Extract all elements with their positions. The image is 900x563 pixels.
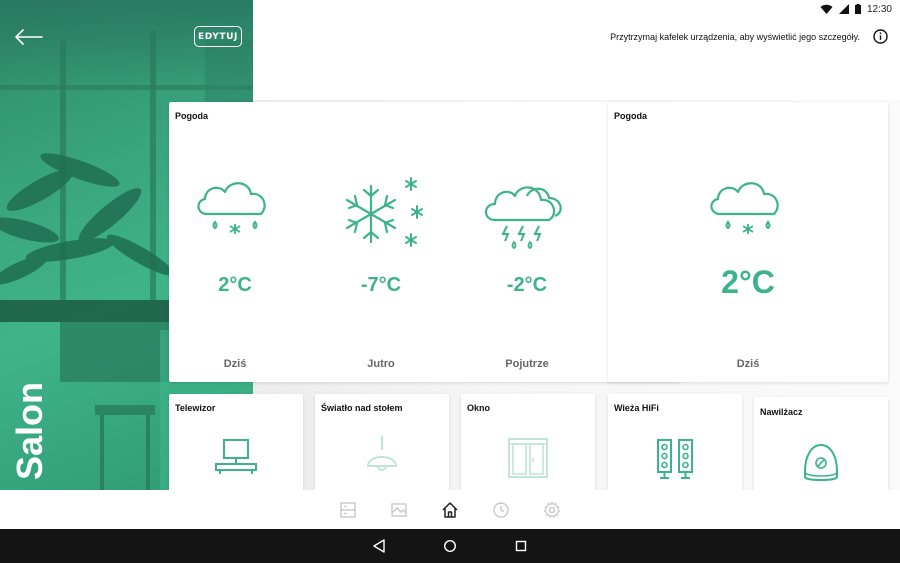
system-home-button[interactable] — [442, 538, 458, 554]
device-name: Telewizor — [175, 403, 216, 413]
nav-devices[interactable] — [338, 500, 358, 520]
weather-day-label: Pojutrze — [505, 358, 549, 370]
weather-card-small[interactable]: Pogoda 2°C Dziś — [608, 102, 888, 382]
weather-temp: 2°C — [721, 264, 775, 300]
system-back-button[interactable] — [371, 538, 387, 554]
triangle-back-icon — [373, 539, 385, 553]
device-name: Okno — [467, 403, 491, 413]
weather-day-label: Jutro — [367, 358, 395, 370]
status-bar: 12:30 — [820, 2, 892, 16]
hint-text: Przytrzymaj kafelek urządzenia, aby wyśw… — [610, 32, 860, 42]
speakers-icon — [657, 439, 693, 479]
weather-day-label: Dziś — [223, 358, 247, 370]
room-name: Salon — [9, 381, 50, 480]
weather-temp: 2°C — [218, 274, 252, 296]
nav-settings[interactable] — [542, 500, 562, 520]
devices-nav-icon — [340, 501, 356, 518]
back-button[interactable] — [12, 24, 46, 50]
bottom-navigation — [0, 490, 900, 529]
tiles-area: Pogoda 2°C Dziś -7°C Jutro -2°C Pojutrze… — [169, 100, 900, 507]
weather-day-today: 2°C Dziś — [675, 102, 821, 382]
wifi-icon — [820, 4, 833, 14]
settings-nav-icon — [543, 501, 561, 518]
info-icon — [873, 29, 888, 44]
weather-day-today: 2°C Dziś — [169, 102, 308, 382]
weather-day-after-tomorrow: -2°C Pojutrze — [454, 102, 600, 382]
nav-home[interactable] — [440, 500, 460, 520]
lamp-icon — [366, 436, 398, 471]
history-nav-icon — [493, 501, 509, 518]
weather-card-main[interactable]: Pogoda 2°C Dziś -7°C Jutro -2°C Pojutrze — [169, 102, 680, 382]
device-name: Światło nad stołem — [321, 403, 403, 413]
weather-temp: -7°C — [360, 274, 402, 296]
weather-temp: -2°C — [506, 274, 548, 296]
home-nav-icon — [442, 501, 458, 518]
window-icon — [508, 438, 548, 478]
circle-home-icon — [443, 539, 457, 553]
back-arrow-icon — [15, 29, 43, 45]
square-recents-icon — [515, 540, 527, 552]
cloud-rain-snow-icon — [197, 182, 266, 234]
weather-card-title: Pogoda — [614, 111, 647, 121]
device-tile-tv[interactable]: Telewizor — [169, 394, 303, 504]
storm-icon — [484, 186, 562, 250]
cloud-rain-snow-icon — [710, 182, 779, 234]
weather-day-label: Dziś — [736, 358, 760, 370]
system-navigation-bar — [0, 529, 900, 563]
nav-history[interactable] — [491, 500, 511, 520]
humidifier-icon — [804, 443, 838, 481]
tv-icon — [215, 439, 257, 474]
signal-icon — [838, 4, 849, 14]
header: 12:30 Przytrzymaj kafelek urządzenia, ab… — [253, 0, 900, 100]
battery-icon — [854, 4, 861, 14]
device-name: Nawilżacz — [760, 407, 803, 417]
device-tile-table-light[interactable]: Światło nad stołem — [315, 394, 449, 504]
edit-button[interactable]: EDYTUJ — [194, 26, 242, 47]
scenes-nav-icon — [391, 502, 407, 517]
clock: 12:30 — [866, 3, 892, 15]
info-button[interactable] — [873, 29, 888, 44]
device-tile-window[interactable]: Okno — [461, 394, 595, 504]
snowflake-icon — [345, 177, 423, 247]
device-name: Wieża HiFi — [614, 403, 659, 413]
weather-day-tomorrow: -7°C Jutro — [308, 102, 454, 382]
nav-scenes[interactable] — [389, 500, 409, 520]
device-tile-hifi[interactable]: Wieża HiFi — [608, 394, 742, 504]
system-recents-button[interactable] — [513, 538, 529, 554]
